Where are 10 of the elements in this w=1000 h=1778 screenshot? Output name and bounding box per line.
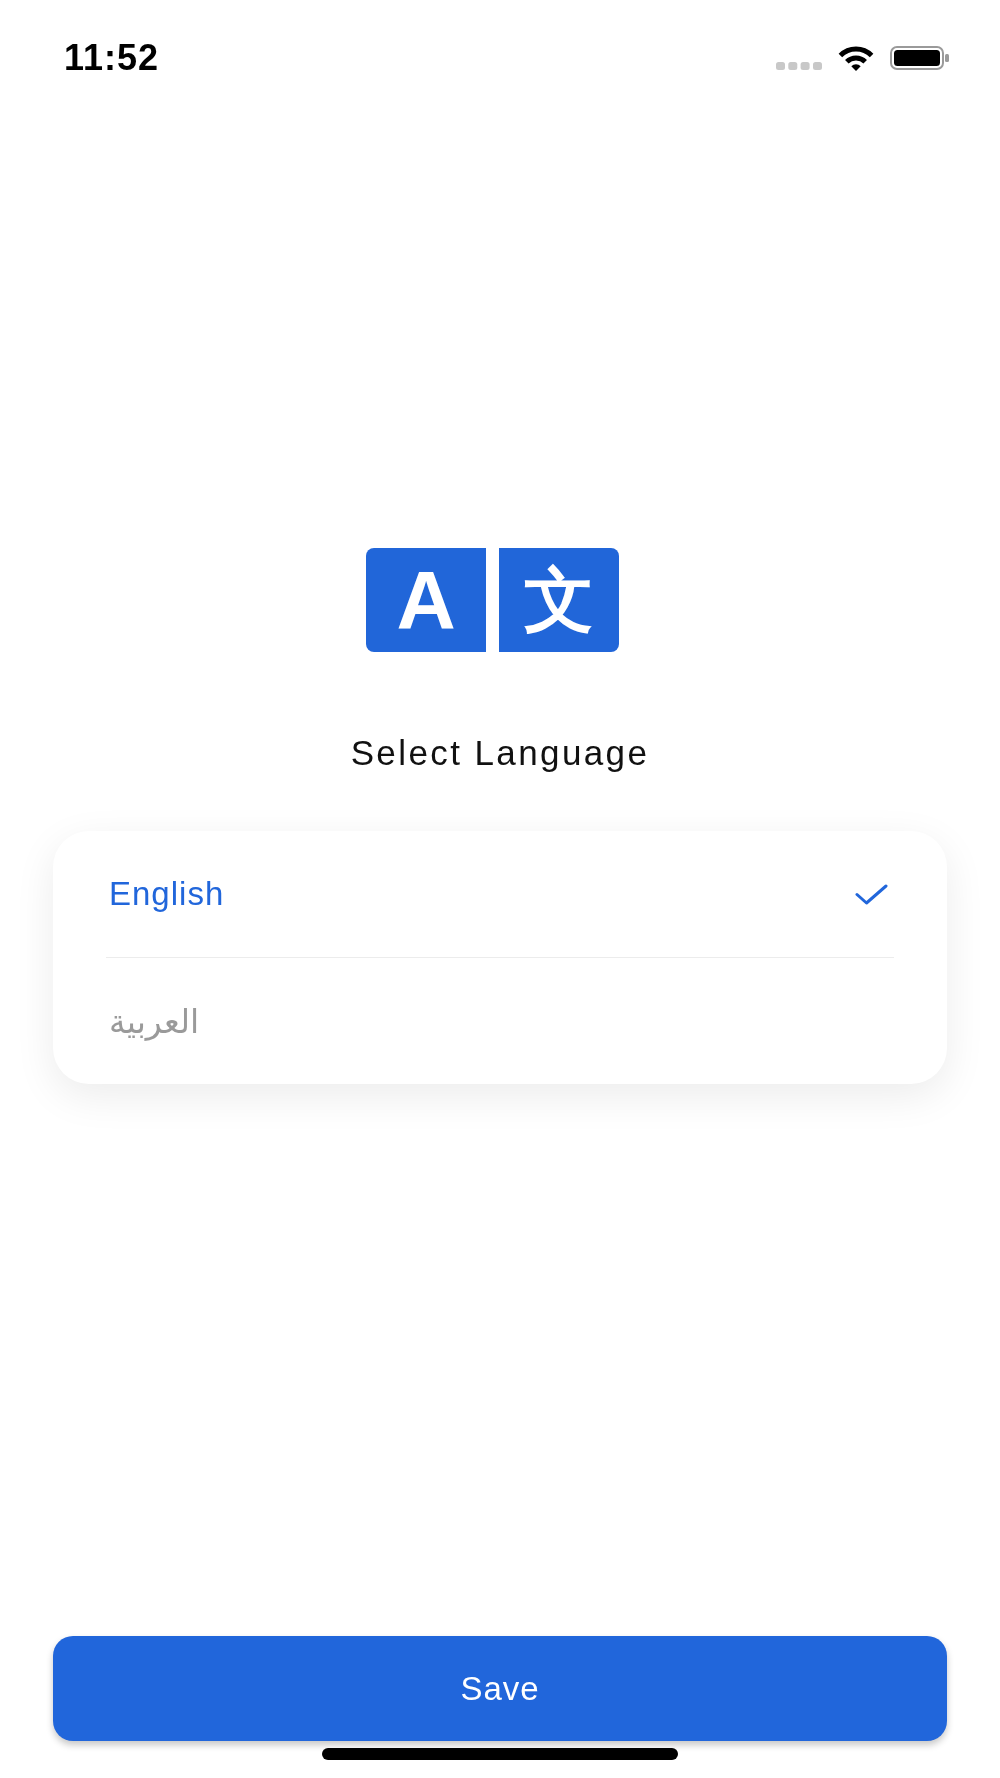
wifi-icon xyxy=(836,44,876,72)
signal-icon xyxy=(776,62,822,70)
status-time: 11:52 xyxy=(64,38,160,78)
logo-letter-tile: A xyxy=(366,548,486,652)
battery-icon xyxy=(890,46,950,70)
language-option[interactable]: العربية xyxy=(106,958,894,1084)
logo-letter-tile: 文 xyxy=(499,548,619,652)
save-button[interactable]: Save xyxy=(53,1636,947,1741)
screen-title: Select Language xyxy=(350,733,650,773)
language-option[interactable]: English xyxy=(106,831,894,957)
